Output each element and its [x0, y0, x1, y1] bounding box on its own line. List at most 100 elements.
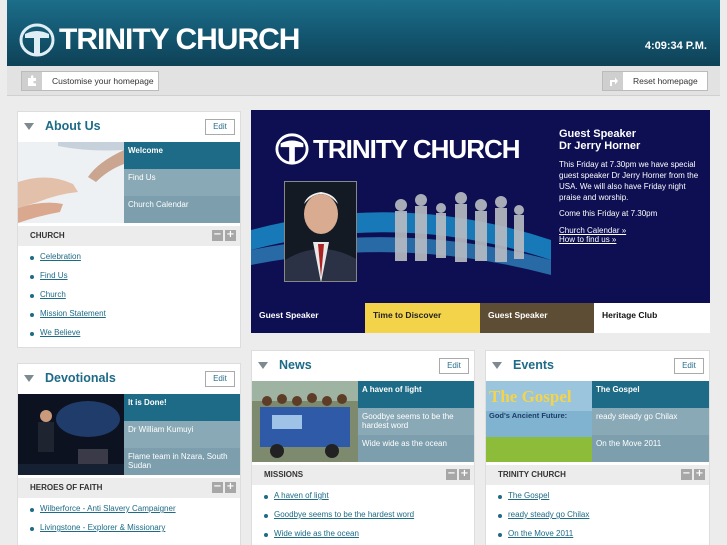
tab-guest-speaker-1[interactable]: Guest Speaker	[251, 303, 365, 333]
news-panel: News Edit A haven of light Goodbye seems…	[251, 350, 475, 545]
about-menu-welcome[interactable]: Welcome	[124, 142, 240, 169]
news-menu-haven-of-light[interactable]: A haven of light	[358, 381, 474, 408]
hero-logo: TRINITY CHURCH	[275, 132, 521, 166]
devotional-menu-kumuyi[interactable]: Dr William Kumuyi	[124, 421, 240, 448]
events-edit-button[interactable]: Edit	[674, 358, 704, 374]
collapse-triangle-icon[interactable]	[24, 375, 34, 382]
news-menu-wide-ocean[interactable]: Wide wide as the ocean	[358, 435, 474, 462]
news-header: News Edit	[252, 351, 474, 381]
about-us-panel: About Us Edit Welcome Find Us Church Cal…	[17, 111, 241, 348]
devotionals-header: Devotionals Edit	[18, 364, 240, 394]
list-item: On the Move 2011	[498, 529, 709, 545]
link-church[interactable]: Church	[40, 290, 66, 299]
events-menu-gospel[interactable]: The Gospel	[592, 381, 709, 408]
events-menu: The Gospel ready steady go Chilax On the…	[592, 381, 709, 462]
devotionals-title: Devotionals	[45, 371, 116, 385]
plus-icon[interactable]: +	[225, 230, 236, 241]
devotional-menu-flame-team[interactable]: Flame team in Nzara, South Sudan	[124, 448, 240, 475]
clock: 4:09:34 P.M.	[644, 40, 707, 52]
tab-heritage-club[interactable]: Heritage Club	[594, 303, 710, 333]
heroes-subheader: HEROES OF FAITH − +	[18, 478, 240, 498]
devotionals-panel: Devotionals Edit It is Done! Dr William …	[17, 363, 241, 545]
minus-icon[interactable]: −	[681, 469, 692, 480]
devotionals-menu: It is Done! Dr William Kumuyi Flame team…	[124, 394, 240, 475]
about-menu-church-calendar[interactable]: Church Calendar	[124, 196, 240, 223]
events-panel: Events Edit The Gospel God's Ancient Fut…	[485, 350, 710, 545]
customise-label: Customise your homepage	[52, 76, 154, 86]
link-mission-statement[interactable]: Mission Statement	[40, 309, 106, 318]
link-celebration[interactable]: Celebration	[40, 252, 81, 261]
missions-links: A haven of light Goodbye seems to be the…	[252, 485, 474, 545]
collapse-triangle-icon[interactable]	[258, 362, 268, 369]
hero-logo-text: TRINITY CHURCH	[313, 133, 521, 164]
about-us-edit-button[interactable]: Edit	[205, 119, 235, 135]
plus-icon[interactable]: +	[459, 469, 470, 480]
heroes-subheader-label: HEROES OF FAITH	[30, 483, 103, 492]
news-menu-goodbye[interactable]: Goodbye seems to be the hardest word	[358, 408, 474, 435]
site-header: TRINITY CHURCH 4:09:34 P.M.	[7, 0, 720, 66]
link-we-believe[interactable]: We Believe	[40, 328, 80, 337]
hero-paragraph-2: Come this Friday at 7.30pm	[559, 209, 658, 218]
events-links: The Gospel ready steady go Chilax On the…	[486, 485, 709, 545]
devotionals-edit-button[interactable]: Edit	[205, 371, 235, 387]
plus-icon[interactable]: +	[225, 482, 236, 493]
link-the-gospel[interactable]: The Gospel	[508, 491, 549, 500]
gospel-banner-title: The Gospel	[489, 387, 572, 406]
link-find-us[interactable]: Find Us	[40, 271, 68, 280]
link-wide-ocean[interactable]: Wide wide as the ocean	[274, 529, 359, 538]
link-haven-of-light[interactable]: A haven of light	[274, 491, 329, 500]
link-wilberforce[interactable]: Wilberforce - Anti Slavery Campaigner	[40, 504, 176, 513]
plus-icon[interactable]: +	[694, 469, 705, 480]
link-goodbye[interactable]: Goodbye seems to be the hardest word	[274, 510, 414, 519]
devotionals-feature: It is Done! Dr William Kumuyi Flame team…	[18, 394, 240, 475]
devotional-menu-it-is-done[interactable]: It is Done!	[124, 394, 240, 421]
news-feature: A haven of light Goodbye seems to be the…	[252, 381, 474, 462]
minus-icon[interactable]: −	[212, 482, 223, 493]
hero-tabs: Guest Speaker Time to Discover Guest Spe…	[251, 303, 710, 333]
toolbar: Customise your homepage Reset homepage	[7, 66, 720, 96]
collapse-triangle-icon[interactable]	[492, 362, 502, 369]
list-item: Celebration	[30, 252, 240, 271]
reset-homepage-button[interactable]: Reset homepage	[602, 71, 708, 91]
collapse-triangle-icon[interactable]	[24, 123, 34, 130]
minus-icon[interactable]: −	[212, 230, 223, 241]
missions-subheader-label: MISSIONS	[264, 470, 304, 479]
about-us-feature: Welcome Find Us Church Calendar	[18, 142, 240, 223]
site-logo[interactable]: TRINITY CHURCH	[19, 22, 300, 58]
events-menu-on-the-move[interactable]: On the Move 2011	[592, 435, 709, 462]
heroes-links: Wilberforce - Anti Slavery Campaigner Li…	[18, 498, 240, 542]
events-menu-chilax[interactable]: ready steady go Chilax	[592, 408, 709, 435]
preacher-image	[18, 394, 124, 475]
missions-subheader: MISSIONS − +	[252, 465, 474, 485]
about-us-title: About Us	[45, 119, 101, 133]
list-item: The Gospel	[498, 491, 709, 510]
customise-homepage-button[interactable]: Customise your homepage	[21, 71, 159, 91]
events-feature: The Gospel God's Ancient Future: The Gos…	[486, 381, 709, 462]
link-livingstone[interactable]: Livingstone - Explorer & Missionary	[40, 523, 165, 532]
minus-icon[interactable]: −	[446, 469, 457, 480]
events-title: Events	[513, 358, 554, 372]
list-item: Wide wide as the ocean	[264, 529, 474, 545]
list-item: Goodbye seems to be the hardest word	[264, 510, 474, 529]
link-on-the-move[interactable]: On the Move 2011	[508, 529, 573, 538]
hands-image	[18, 142, 124, 223]
events-header: Events Edit	[486, 351, 709, 381]
about-us-menu: Welcome Find Us Church Calendar	[124, 142, 240, 223]
list-item: Church	[30, 290, 240, 309]
tab-time-to-discover[interactable]: Time to Discover	[365, 303, 480, 333]
church-subheader: CHURCH − +	[18, 226, 240, 246]
list-item: We Believe	[30, 328, 240, 347]
church-links: Celebration Find Us Church Mission State…	[18, 246, 240, 347]
tab-guest-speaker-2[interactable]: Guest Speaker	[480, 303, 594, 333]
news-edit-button[interactable]: Edit	[439, 358, 469, 374]
list-item: Livingstone - Explorer & Missionary	[30, 523, 240, 542]
link-chilax[interactable]: ready steady go Chilax	[508, 510, 589, 519]
church-calendar-link[interactable]: Church Calendar »	[559, 226, 704, 235]
about-menu-find-us[interactable]: Find Us	[124, 169, 240, 196]
how-to-find-us-link[interactable]: How to find us »	[559, 235, 704, 244]
news-title: News	[279, 358, 312, 372]
gospel-banner-subtitle: God's Ancient Future:	[489, 411, 568, 420]
list-item: Find Us	[30, 271, 240, 290]
about-us-header: About Us Edit	[18, 112, 240, 142]
mission-truck-image	[252, 381, 358, 462]
